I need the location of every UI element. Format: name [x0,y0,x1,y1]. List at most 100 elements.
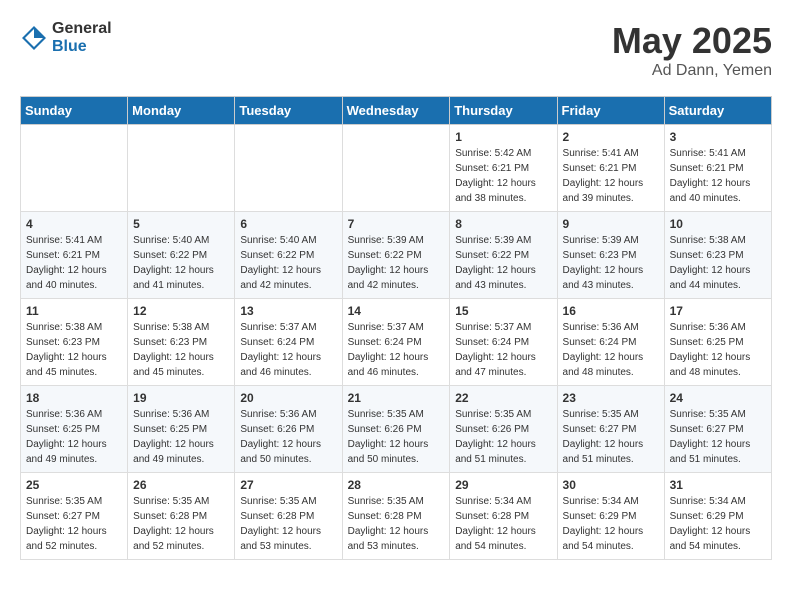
day-number: 18 [26,391,122,405]
day-info: Sunrise: 5:36 AM Sunset: 6:26 PM Dayligh… [240,407,336,467]
calendar-week-row: 1Sunrise: 5:42 AM Sunset: 6:21 PM Daylig… [21,125,772,212]
day-number: 10 [670,217,766,231]
day-number: 19 [133,391,229,405]
calendar-cell: 10 Sunrise: 5:38 AM Sunset: 6:23 PM Dayli… [664,212,771,299]
calendar-cell: 24 Sunrise: 5:35 AM Sunset: 6:27 PM Dayli… [664,386,771,473]
day-number: 13 [240,304,336,318]
day-info: Sunrise: 5:35 AM Sunset: 6:27 PM Dayligh… [563,407,659,467]
day-number: 28 [348,478,445,492]
day-info: Sunrise: 5:38 AM Sunset: 6:23 PM Dayligh… [670,233,766,293]
calendar-day-header: Monday [128,97,235,125]
title-location: Ad Dann, Yemen [612,62,772,80]
calendar-cell: 21 Sunrise: 5:35 AM Sunset: 6:26 PM Dayli… [342,386,450,473]
day-number: 14 [348,304,445,318]
calendar-cell: 17Sunrise: 5:36 AM Sunset: 6:25 PM Dayli… [664,299,771,386]
calendar-cell: 18 Sunrise: 5:36 AM Sunset: 6:25 PM Dayli… [21,386,128,473]
day-info: Sunrise: 5:39 AM Sunset: 6:23 PM Dayligh… [563,233,659,293]
logo-blue-text: Blue [52,38,112,56]
day-number: 21 [348,391,445,405]
calendar-cell: 28 Sunrise: 5:35 AM Sunset: 6:28 PM Dayli… [342,473,450,560]
calendar-header-row: SundayMondayTuesdayWednesdayThursdayFrid… [21,97,772,125]
calendar-cell: 1Sunrise: 5:42 AM Sunset: 6:21 PM Daylig… [450,125,557,212]
day-number: 6 [240,217,336,231]
day-number: 8 [455,217,551,231]
calendar-week-row: 25 Sunrise: 5:35 AM Sunset: 6:27 PM Dayli… [21,473,772,560]
day-info: Sunrise: 5:38 AM Sunset: 6:23 PM Dayligh… [26,320,122,380]
calendar-table: SundayMondayTuesdayWednesdayThursdayFrid… [20,96,772,560]
day-info: Sunrise: 5:41 AM Sunset: 6:21 PM Dayligh… [670,146,766,206]
day-number: 26 [133,478,229,492]
calendar-cell: 3 Sunrise: 5:41 AM Sunset: 6:21 PM Daylig… [664,125,771,212]
logo-general-text: General [52,20,112,38]
calendar-day-header: Friday [557,97,664,125]
calendar-day-header: Wednesday [342,97,450,125]
logo-text: General Blue [52,20,112,55]
day-number: 31 [670,478,766,492]
day-info: Sunrise: 5:35 AM Sunset: 6:27 PM Dayligh… [670,407,766,467]
calendar-cell: 27 Sunrise: 5:35 AM Sunset: 6:28 PM Dayli… [235,473,342,560]
calendar-cell [128,125,235,212]
day-number: 2 [563,130,659,144]
day-info: Sunrise: 5:39 AM Sunset: 6:22 PM Dayligh… [348,233,445,293]
calendar-cell: 25 Sunrise: 5:35 AM Sunset: 6:27 PM Dayli… [21,473,128,560]
calendar-cell: 7 Sunrise: 5:39 AM Sunset: 6:22 PM Daylig… [342,212,450,299]
calendar-cell: 26 Sunrise: 5:35 AM Sunset: 6:28 PM Dayli… [128,473,235,560]
calendar-cell: 14Sunrise: 5:37 AM Sunset: 6:24 PM Dayli… [342,299,450,386]
calendar-day-header: Tuesday [235,97,342,125]
title-month: May 2025 [612,20,772,62]
calendar-cell: 6Sunrise: 5:40 AM Sunset: 6:22 PM Daylig… [235,212,342,299]
day-info: Sunrise: 5:36 AM Sunset: 6:25 PM Dayligh… [26,407,122,467]
calendar-cell: 22 Sunrise: 5:35 AM Sunset: 6:26 PM Dayli… [450,386,557,473]
day-info: Sunrise: 5:37 AM Sunset: 6:24 PM Dayligh… [455,320,551,380]
day-info: Sunrise: 5:35 AM Sunset: 6:26 PM Dayligh… [455,407,551,467]
day-info: Sunrise: 5:36 AM Sunset: 6:25 PM Dayligh… [670,320,766,380]
calendar-week-row: 4 Sunrise: 5:41 AM Sunset: 6:21 PM Daylig… [21,212,772,299]
calendar-day-header: Thursday [450,97,557,125]
calendar-week-row: 11 Sunrise: 5:38 AM Sunset: 6:23 PM Dayli… [21,299,772,386]
calendar-cell: 23Sunrise: 5:35 AM Sunset: 6:27 PM Dayli… [557,386,664,473]
day-info: Sunrise: 5:39 AM Sunset: 6:22 PM Dayligh… [455,233,551,293]
calendar-cell: 13 Sunrise: 5:37 AM Sunset: 6:24 PM Dayli… [235,299,342,386]
day-info: Sunrise: 5:34 AM Sunset: 6:28 PM Dayligh… [455,494,551,554]
day-info: Sunrise: 5:35 AM Sunset: 6:27 PM Dayligh… [26,494,122,554]
calendar-cell [342,125,450,212]
day-info: Sunrise: 5:35 AM Sunset: 6:26 PM Dayligh… [348,407,445,467]
day-number: 3 [670,130,766,144]
day-info: Sunrise: 5:36 AM Sunset: 6:24 PM Dayligh… [563,320,659,380]
day-number: 29 [455,478,551,492]
calendar-cell: 20 Sunrise: 5:36 AM Sunset: 6:26 PM Dayli… [235,386,342,473]
day-number: 5 [133,217,229,231]
day-number: 11 [26,304,122,318]
title-block: May 2025 Ad Dann, Yemen [612,20,772,80]
day-info: Sunrise: 5:34 AM Sunset: 6:29 PM Dayligh… [563,494,659,554]
day-number: 25 [26,478,122,492]
day-number: 27 [240,478,336,492]
day-info: Sunrise: 5:34 AM Sunset: 6:29 PM Dayligh… [670,494,766,554]
calendar-cell: 30Sunrise: 5:34 AM Sunset: 6:29 PM Dayli… [557,473,664,560]
day-info: Sunrise: 5:37 AM Sunset: 6:24 PM Dayligh… [240,320,336,380]
day-info: Sunrise: 5:42 AM Sunset: 6:21 PM Dayligh… [455,146,551,206]
day-number: 9 [563,217,659,231]
day-number: 22 [455,391,551,405]
day-info: Sunrise: 5:38 AM Sunset: 6:23 PM Dayligh… [133,320,229,380]
calendar-cell: 2 Sunrise: 5:41 AM Sunset: 6:21 PM Daylig… [557,125,664,212]
day-info: Sunrise: 5:40 AM Sunset: 6:22 PM Dayligh… [133,233,229,293]
day-number: 12 [133,304,229,318]
day-info: Sunrise: 5:35 AM Sunset: 6:28 PM Dayligh… [348,494,445,554]
logo: General Blue [20,20,112,55]
day-info: Sunrise: 5:41 AM Sunset: 6:21 PM Dayligh… [26,233,122,293]
day-number: 20 [240,391,336,405]
day-info: Sunrise: 5:35 AM Sunset: 6:28 PM Dayligh… [240,494,336,554]
calendar-cell: 31 Sunrise: 5:34 AM Sunset: 6:29 PM Dayli… [664,473,771,560]
calendar-cell [21,125,128,212]
day-number: 7 [348,217,445,231]
calendar-cell: 4 Sunrise: 5:41 AM Sunset: 6:21 PM Daylig… [21,212,128,299]
day-info: Sunrise: 5:35 AM Sunset: 6:28 PM Dayligh… [133,494,229,554]
day-number: 16 [563,304,659,318]
calendar-cell: 16 Sunrise: 5:36 AM Sunset: 6:24 PM Dayli… [557,299,664,386]
day-number: 24 [670,391,766,405]
calendar-day-header: Saturday [664,97,771,125]
calendar-cell: 19Sunrise: 5:36 AM Sunset: 6:25 PM Dayli… [128,386,235,473]
day-number: 4 [26,217,122,231]
day-info: Sunrise: 5:41 AM Sunset: 6:21 PM Dayligh… [563,146,659,206]
